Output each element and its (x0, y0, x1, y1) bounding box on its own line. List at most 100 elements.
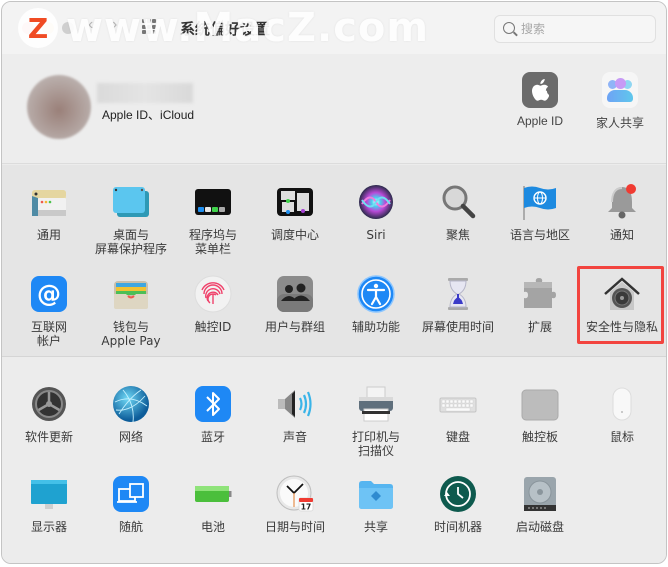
touch-id-icon (193, 274, 233, 314)
pane-users-groups[interactable]: 用户与群组 (254, 274, 336, 334)
pane-date-time[interactable]: 17 日期与时间 (254, 474, 336, 534)
back-button[interactable]: ‹ (88, 16, 93, 34)
battery-icon (193, 474, 233, 514)
window-title: 系统偏好设置 (180, 21, 271, 38)
pane-siri[interactable]: Siri (335, 182, 417, 242)
pane-label: Siri (366, 228, 386, 242)
search-field[interactable] (494, 15, 656, 43)
apple-logo-icon (522, 72, 558, 108)
trackpad-icon (520, 384, 560, 424)
zoom-button[interactable] (62, 22, 74, 34)
account-section: Apple ID、iCloud Apple ID 家人共享 (2, 54, 666, 164)
pane-label: 启动磁盘 (515, 520, 564, 534)
pane-label: 声音 (282, 430, 307, 444)
pane-sharing[interactable]: 共享 (335, 474, 417, 534)
pane-label: 屏幕使用时间 (421, 320, 494, 334)
pane-time-machine[interactable]: 时间机器 (417, 474, 499, 534)
pane-wallet-applepay[interactable]: 钱包与 Apple Pay (90, 274, 172, 348)
pane-label: 鼠标 (609, 430, 634, 444)
pane-mission-control[interactable]: 调度中心 (254, 182, 336, 242)
avatar[interactable] (27, 75, 91, 139)
family-sharing-label: 家人共享 (595, 116, 644, 130)
pane-sidecar[interactable]: 随航 (90, 474, 172, 534)
pane-software-update[interactable]: 软件更新 (8, 384, 90, 444)
apple-id-label: Apple ID (516, 114, 564, 128)
pane-mouse[interactable]: 鼠标 (581, 384, 663, 444)
pane-bluetooth[interactable]: 蓝牙 (172, 384, 254, 444)
keyboard-icon (438, 384, 478, 424)
pane-spotlight[interactable]: 聚焦 (417, 182, 499, 242)
pane-apple-id[interactable]: Apple ID (510, 72, 570, 128)
startup-disk-icon (520, 474, 560, 514)
internet-accounts-icon: @ (29, 274, 69, 314)
wallet-applepay-icon (111, 274, 151, 314)
pane-label: 随航 (118, 520, 143, 534)
search-icon (503, 22, 515, 34)
pane-displays[interactable]: 显示器 (8, 474, 90, 534)
pane-label: 蓝牙 (200, 430, 225, 444)
pane-screen-time[interactable]: 屏幕使用时间 (417, 274, 499, 334)
general-icon (29, 182, 69, 222)
screen-time-icon (438, 274, 478, 314)
pane-internet-accounts[interactable]: @ 互联网 帐户 (8, 274, 90, 348)
sound-icon (275, 384, 315, 424)
pane-language-region[interactable]: 语言与地区 (499, 182, 581, 242)
system-preferences-window: ‹ › 系统偏好设置 Z www.MacZ.com Apple ID、iClou… (1, 1, 667, 564)
family-sharing-icon (602, 72, 638, 108)
extensions-icon (520, 274, 560, 314)
pane-desktop-screensaver[interactable]: 桌面与 屏幕保护程序 (90, 182, 172, 256)
pane-label: 互联网 帐户 (30, 320, 67, 348)
minimize-button[interactable] (42, 22, 54, 34)
pane-startup-disk[interactable]: 启动磁盘 (499, 474, 581, 534)
pane-keyboard[interactable]: 键盘 (417, 384, 499, 444)
pane-label: 用户与群组 (264, 320, 325, 334)
language-region-icon (520, 182, 560, 222)
mouse-icon (602, 384, 642, 424)
highlight-box-security-privacy (577, 266, 664, 344)
close-button[interactable] (22, 22, 34, 34)
sharing-icon (356, 474, 396, 514)
search-input[interactable] (521, 20, 646, 38)
pane-label: 日期与时间 (264, 520, 325, 534)
pane-label: 电池 (200, 520, 225, 534)
notifications-icon (602, 182, 642, 222)
forward-button[interactable]: › (112, 16, 117, 34)
users-groups-icon (275, 274, 315, 314)
show-all-grid-button[interactable] (142, 19, 158, 35)
pane-label: 聚焦 (445, 228, 470, 242)
pane-label: 软件更新 (24, 430, 73, 444)
pane-sound[interactable]: 声音 (254, 384, 336, 444)
pane-label: 显示器 (30, 520, 67, 534)
pane-label: 语言与地区 (509, 228, 570, 242)
pane-label: 触控板 (521, 430, 558, 444)
pane-label: 共享 (363, 520, 388, 534)
printers-scanners-icon (356, 384, 396, 424)
svg-text:@: @ (37, 280, 61, 308)
software-update-icon (29, 384, 69, 424)
spotlight-icon (438, 182, 478, 222)
pane-label: 时间机器 (433, 520, 482, 534)
pane-extensions[interactable]: 扩展 (499, 274, 581, 334)
pane-accessibility[interactable]: 辅助功能 (335, 274, 417, 334)
pane-family-sharing[interactable]: 家人共享 (590, 72, 650, 131)
bluetooth-icon (193, 384, 233, 424)
displays-icon (29, 474, 69, 514)
pane-printers-scanners[interactable]: 打印机与 扫描仪 (335, 384, 417, 458)
pane-battery[interactable]: 电池 (172, 474, 254, 534)
pane-network[interactable]: 网络 (90, 384, 172, 444)
pane-label: 通用 (36, 228, 61, 242)
title-bar: ‹ › 系统偏好设置 Z www.MacZ.com (2, 2, 666, 54)
pane-dock-menubar[interactable]: 程序坞与 菜单栏 (172, 182, 254, 256)
sidecar-icon (111, 474, 151, 514)
pane-label: 触控ID (194, 320, 232, 334)
user-name-blurred (97, 83, 193, 103)
pane-trackpad[interactable]: 触控板 (499, 384, 581, 444)
pane-touch-id[interactable]: 触控ID (172, 274, 254, 334)
pane-label: 打印机与 扫描仪 (351, 430, 400, 458)
pane-label: 调度中心 (270, 228, 319, 242)
pane-label: 辅助功能 (351, 320, 400, 334)
siri-icon (356, 182, 396, 222)
pane-general[interactable]: 通用 (8, 182, 90, 242)
pane-label: 网络 (118, 430, 143, 444)
pane-notifications[interactable]: 通知 (581, 182, 663, 242)
